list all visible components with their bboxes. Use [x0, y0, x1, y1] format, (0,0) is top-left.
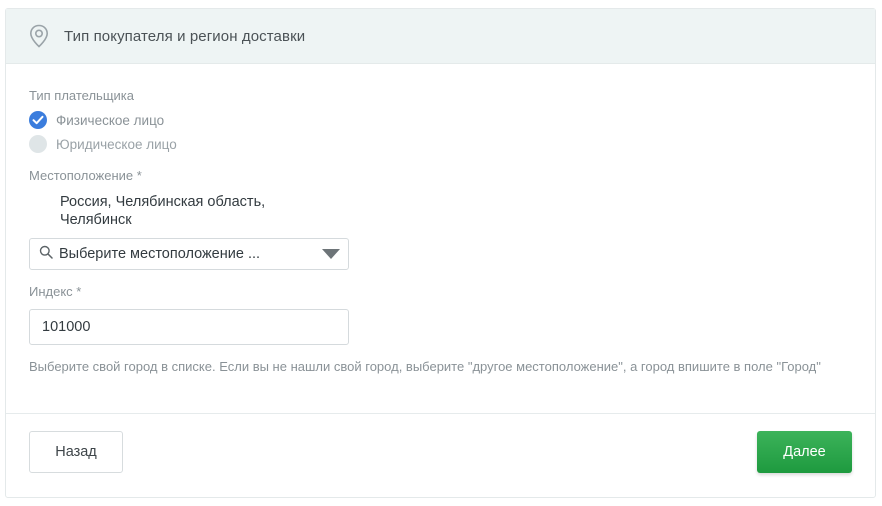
selected-location-line1: Россия, Челябинская область,: [60, 194, 266, 210]
selected-location: Россия, Челябинская область, Челябинск: [60, 193, 320, 229]
index-input[interactable]: [29, 309, 349, 345]
index-label: Индекс *: [29, 284, 82, 299]
radio-legal-entity-label: Юридическое лицо: [56, 136, 177, 152]
panel-title: Тип покупателя и регион доставки: [64, 27, 306, 45]
location-select-placeholder: Выберите местоположение ...: [59, 246, 261, 262]
location-hint: Выберите свой город в списке. Если вы не…: [29, 359, 821, 374]
back-button[interactable]: Назад: [29, 431, 123, 473]
next-button[interactable]: Далее: [757, 431, 852, 473]
payer-type-label: Тип плательщика: [29, 88, 134, 103]
panel-header: Тип покупателя и регион доставки: [6, 9, 875, 64]
radio-unchecked-icon[interactable]: [29, 135, 47, 153]
order-step-panel: Тип покупателя и регион доставки Тип пла…: [5, 8, 876, 498]
footer-divider: [6, 413, 875, 414]
radio-individual[interactable]: Физическое лицо: [29, 111, 164, 129]
selected-location-line2: Челябинск: [60, 212, 132, 228]
search-icon: [39, 245, 53, 264]
location-select[interactable]: Выберите местоположение ...: [29, 238, 349, 270]
radio-legal-entity[interactable]: Юридическое лицо: [29, 135, 177, 153]
map-pin-icon: [28, 24, 50, 48]
radio-individual-label: Физическое лицо: [56, 112, 165, 128]
location-label: Местоположение *: [29, 168, 142, 183]
triangle-down-icon[interactable]: [322, 249, 340, 259]
radio-checked-icon[interactable]: [29, 111, 47, 129]
